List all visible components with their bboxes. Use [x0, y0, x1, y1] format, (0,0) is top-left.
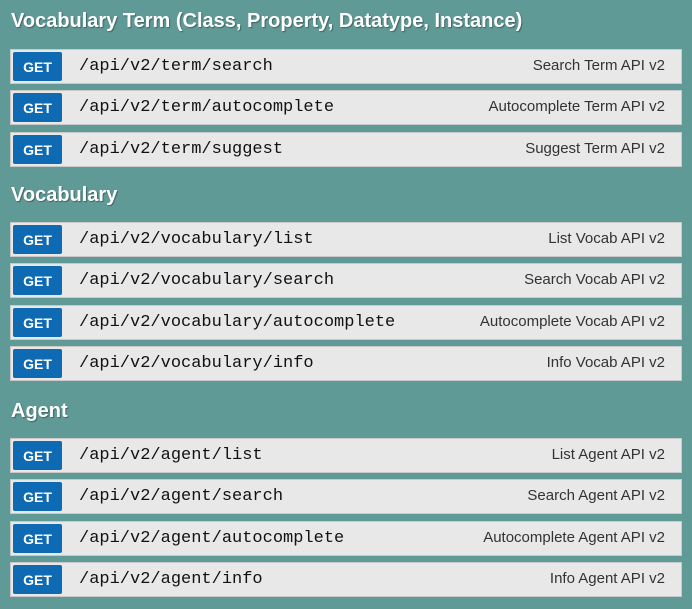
section-title-vocabulary[interactable]: Vocabulary — [11, 184, 117, 207]
operation-summary[interactable]: List Vocab API v2 — [548, 223, 665, 254]
operation-path[interactable]: /api/v2/agent/search — [79, 480, 283, 513]
section-title-vocabulary-term[interactable]: Vocabulary Term (Class, Property, Dataty… — [11, 10, 522, 33]
operation-summary[interactable]: Autocomplete Agent API v2 — [483, 522, 665, 553]
operation-vocabulary-info[interactable]: GET /api/v2/vocabulary/info Info Vocab A… — [10, 346, 682, 381]
get-method-badge[interactable]: GET — [13, 308, 62, 337]
get-method-badge[interactable]: GET — [13, 225, 62, 254]
operation-summary[interactable]: Autocomplete Term API v2 — [489, 91, 665, 122]
operation-agent-list[interactable]: GET /api/v2/agent/list List Agent API v2 — [10, 438, 682, 473]
get-method-badge[interactable]: GET — [13, 93, 62, 122]
get-method-badge[interactable]: GET — [13, 524, 62, 553]
operation-vocabulary-autocomplete[interactable]: GET /api/v2/vocabulary/autocomplete Auto… — [10, 305, 682, 340]
get-method-badge[interactable]: GET — [13, 52, 62, 81]
operation-summary[interactable]: Info Agent API v2 — [550, 563, 665, 594]
get-method-badge[interactable]: GET — [13, 565, 62, 594]
api-docs-page: Vocabulary Term (Class, Property, Dataty… — [0, 0, 692, 609]
get-method-badge[interactable]: GET — [13, 441, 62, 470]
operation-agent-info[interactable]: GET /api/v2/agent/info Info Agent API v2 — [10, 562, 682, 597]
operation-vocabulary-search[interactable]: GET /api/v2/vocabulary/search Search Voc… — [10, 263, 682, 298]
operation-path[interactable]: /api/v2/term/search — [79, 50, 273, 83]
operation-summary[interactable]: Search Term API v2 — [533, 50, 665, 81]
operation-agent-search[interactable]: GET /api/v2/agent/search Search Agent AP… — [10, 479, 682, 514]
get-method-badge[interactable]: GET — [13, 266, 62, 295]
operation-summary[interactable]: Search Vocab API v2 — [524, 264, 665, 295]
operation-path[interactable]: /api/v2/vocabulary/list — [79, 223, 314, 256]
get-method-badge[interactable]: GET — [13, 349, 62, 378]
operation-summary[interactable]: Search Agent API v2 — [527, 480, 665, 511]
operation-term-autocomplete[interactable]: GET /api/v2/term/autocomplete Autocomple… — [10, 90, 682, 125]
operation-vocabulary-list[interactable]: GET /api/v2/vocabulary/list List Vocab A… — [10, 222, 682, 257]
operation-path[interactable]: /api/v2/agent/info — [79, 563, 263, 596]
operation-summary[interactable]: Suggest Term API v2 — [525, 133, 665, 164]
operation-path[interactable]: /api/v2/agent/autocomplete — [79, 522, 344, 555]
get-method-badge[interactable]: GET — [13, 482, 62, 511]
operation-path[interactable]: /api/v2/term/suggest — [79, 133, 283, 166]
get-method-badge[interactable]: GET — [13, 135, 62, 164]
operation-path[interactable]: /api/v2/agent/list — [79, 439, 263, 472]
operation-agent-autocomplete[interactable]: GET /api/v2/agent/autocomplete Autocompl… — [10, 521, 682, 556]
operation-path[interactable]: /api/v2/vocabulary/autocomplete — [79, 306, 395, 339]
operation-path[interactable]: /api/v2/vocabulary/info — [79, 347, 314, 380]
operation-term-search[interactable]: GET /api/v2/term/search Search Term API … — [10, 49, 682, 84]
operation-path[interactable]: /api/v2/term/autocomplete — [79, 91, 334, 124]
operation-summary[interactable]: List Agent API v2 — [552, 439, 665, 470]
operation-term-suggest[interactable]: GET /api/v2/term/suggest Suggest Term AP… — [10, 132, 682, 167]
section-title-agent[interactable]: Agent — [11, 400, 68, 423]
operation-summary[interactable]: Autocomplete Vocab API v2 — [480, 306, 665, 337]
operation-path[interactable]: /api/v2/vocabulary/search — [79, 264, 334, 297]
operation-summary[interactable]: Info Vocab API v2 — [547, 347, 665, 378]
